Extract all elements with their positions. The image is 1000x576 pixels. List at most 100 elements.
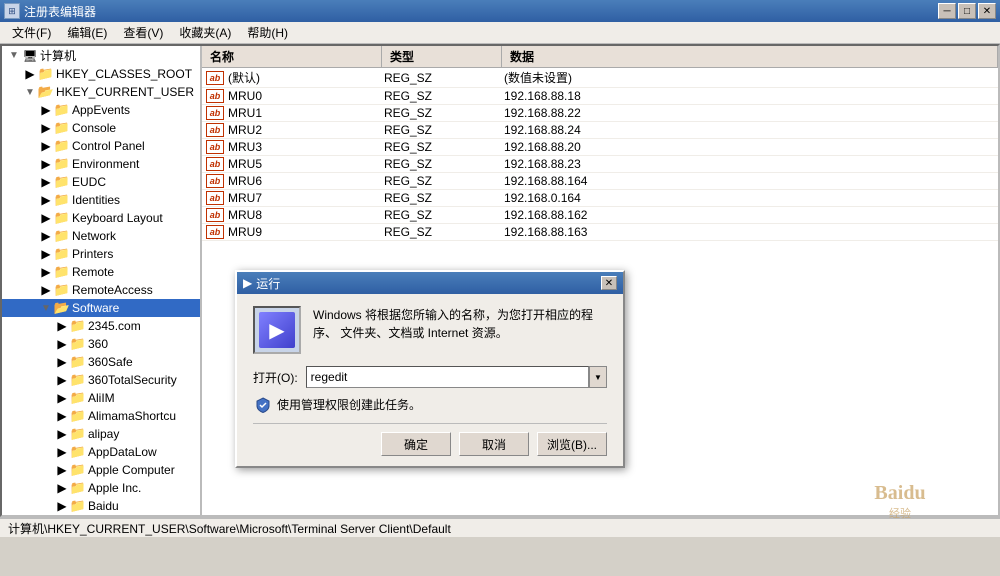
value-data: 192.168.88.23 [504, 157, 998, 171]
folder-icon: 📂 [54, 300, 70, 316]
table-row[interactable]: ab MRU2 REG_SZ 192.168.88.24 [202, 122, 998, 139]
value-type: REG_SZ [384, 157, 504, 171]
folder-icon: 📁 [70, 444, 86, 460]
folder-icon: 📁 [70, 318, 86, 334]
table-row[interactable]: ab MRU6 REG_SZ 192.168.88.164 [202, 173, 998, 190]
expand-icon: ▶ [38, 156, 54, 172]
dialog-desc-text: Windows 将根据您所输入的名称，为您打开相应的程序、 文件夹、文档或 In… [313, 308, 593, 340]
value-type: REG_SZ [384, 71, 504, 85]
dialog-title-left: ▶ 运行 [243, 275, 280, 292]
tree-item-apple-inc[interactable]: ▶ 📁 Apple Inc. [2, 479, 200, 497]
table-row[interactable]: ab MRU9 REG_SZ 192.168.88.163 [202, 224, 998, 241]
tree-item-apple-computer[interactable]: ▶ 📁 Apple Computer [2, 461, 200, 479]
folder-icon: 📁 [70, 498, 86, 513]
dialog-ok-button[interactable]: 确定 [381, 432, 451, 456]
tree-item-software[interactable]: ▼ 📂 Software [2, 299, 200, 317]
tree-item-alimama[interactable]: ▶ 📁 AlimamaShortcu [2, 407, 200, 425]
title-bar: ⊞ 注册表编辑器 ─ □ ✕ [0, 0, 1000, 22]
tree-item-remote-access[interactable]: ▶ 📁 RemoteAccess [2, 281, 200, 299]
value-type: REG_SZ [384, 225, 504, 239]
table-row[interactable]: ab (默认) REG_SZ (数值未设置) [202, 68, 998, 88]
expand-icon: ▶ [54, 318, 70, 334]
expand-icon: ▶ [38, 192, 54, 208]
tree-item-2345[interactable]: ▶ 📁 2345.com [2, 317, 200, 335]
dialog-dropdown-button[interactable]: ▼ [589, 366, 607, 388]
expand-icon: ▶ [38, 174, 54, 190]
value-icon: ab [206, 208, 224, 222]
tree-label: Keyboard Layout [72, 211, 163, 225]
tree-item-baidu[interactable]: ▶ 📁 Baidu [2, 497, 200, 513]
dialog-close-button[interactable]: ✕ [601, 276, 617, 290]
minimize-button[interactable]: ─ [938, 3, 956, 19]
dialog-description: Windows 将根据您所输入的名称，为您打开相应的程序、 文件夹、文档或 In… [313, 306, 607, 342]
dialog-browse-button[interactable]: 浏览(B)... [537, 432, 607, 456]
tree-item-appdatalow[interactable]: ▶ 📁 AppDataLow [2, 443, 200, 461]
maximize-button[interactable]: □ [958, 3, 976, 19]
table-row[interactable]: ab MRU7 REG_SZ 192.168.0.164 [202, 190, 998, 207]
table-row[interactable]: ab MRU3 REG_SZ 192.168.88.20 [202, 139, 998, 156]
table-row[interactable]: ab MRU8 REG_SZ 192.168.88.162 [202, 207, 998, 224]
value-icon: ab [206, 225, 224, 239]
folder-icon: 📁 [54, 156, 70, 172]
value-data: 192.168.88.163 [504, 225, 998, 239]
table-row[interactable]: ab MRU1 REG_SZ 192.168.88.22 [202, 105, 998, 122]
expand-icon: ▶ [38, 282, 54, 298]
tree-item-eudc[interactable]: ▶ 📁 EUDC [2, 173, 200, 191]
menu-file[interactable]: 文件(F) [4, 22, 59, 43]
expand-icon: ▼ [22, 84, 38, 100]
menu-edit[interactable]: 编辑(E) [59, 22, 115, 43]
table-row[interactable]: ab MRU5 REG_SZ 192.168.88.23 [202, 156, 998, 173]
menu-view[interactable]: 查看(V) [115, 22, 171, 43]
tree-item-environment[interactable]: ▶ 📁 Environment [2, 155, 200, 173]
dialog-input-wrapper: ▼ [306, 366, 607, 388]
table-row[interactable]: ab MRU0 REG_SZ 192.168.88.18 [202, 88, 998, 105]
tree-item-appevents[interactable]: ▶ 📁 AppEvents [2, 101, 200, 119]
folder-icon: 📁 [38, 66, 54, 82]
col-header-name[interactable]: 名称 [202, 46, 382, 67]
computer-icon: 🖥 [22, 48, 38, 64]
expand-icon: ▶ [38, 210, 54, 226]
value-name: MRU8 [224, 208, 384, 222]
status-text: 计算机\HKEY_CURRENT_USER\Software\Microsoft… [8, 520, 451, 537]
tree-item-computer[interactable]: ▼ 🖥 计算机 [2, 46, 200, 65]
tree-label: EUDC [72, 175, 106, 189]
menu-help[interactable]: 帮助(H) [239, 22, 296, 43]
tree-item-remote[interactable]: ▶ 📁 Remote [2, 263, 200, 281]
expand-icon: ▶ [54, 390, 70, 406]
tree-item-identities[interactable]: ▶ 📁 Identities [2, 191, 200, 209]
col-header-type[interactable]: 类型 [382, 46, 502, 67]
tree-item-alipay[interactable]: ▶ 📁 alipay [2, 425, 200, 443]
tree-item-aliim[interactable]: ▶ 📁 AliIM [2, 389, 200, 407]
tree-item-current-user[interactable]: ▼ 📂 HKEY_CURRENT_USER [2, 83, 200, 101]
value-data: (数值未设置) [504, 69, 998, 86]
tree-item-console[interactable]: ▶ 📁 Console [2, 119, 200, 137]
tree-item-control-panel[interactable]: ▶ 📁 Control Panel [2, 137, 200, 155]
dialog-shield-row: 使用管理权限创建此任务。 [255, 396, 607, 413]
dialog-cancel-button[interactable]: 取消 [459, 432, 529, 456]
value-data: 192.168.88.22 [504, 106, 998, 120]
tree-item-keyboard-layout[interactable]: ▶ 📁 Keyboard Layout [2, 209, 200, 227]
menu-favorites[interactable]: 收藏夹(A) [171, 22, 239, 43]
tree-label: RemoteAccess [72, 283, 153, 297]
tree-item-360total[interactable]: ▶ 📁 360TotalSecurity [2, 371, 200, 389]
folder-icon: 📁 [70, 462, 86, 478]
expand-icon: ▶ [22, 66, 38, 82]
expand-icon: ▶ [38, 228, 54, 244]
tree-item-classes-root[interactable]: ▶ 📁 HKEY_CLASSES_ROOT [2, 65, 200, 83]
close-button[interactable]: ✕ [978, 3, 996, 19]
tree-item-network[interactable]: ▶ 📁 Network [2, 227, 200, 245]
tree-scroll[interactable]: ▼ 🖥 计算机 ▶ 📁 HKEY_CLASSES_ROOT ▼ 📂 HKEY_C… [2, 46, 200, 513]
folder-icon: 📁 [70, 480, 86, 496]
dialog-input-label: 打开(O): [253, 369, 298, 386]
value-type: REG_SZ [384, 140, 504, 154]
tree-item-printers[interactable]: ▶ 📁 Printers [2, 245, 200, 263]
tree-item-360[interactable]: ▶ 📁 360 [2, 335, 200, 353]
expand-icon: ▶ [54, 354, 70, 370]
value-icon: ab [206, 89, 224, 103]
tree-item-360safe[interactable]: ▶ 📁 360Safe [2, 353, 200, 371]
tree-label: AliIM [88, 391, 115, 405]
expand-icon: ▶ [38, 120, 54, 136]
col-header-data[interactable]: 数据 [502, 46, 998, 67]
tree-label: 360 [88, 337, 108, 351]
dialog-open-input[interactable] [306, 366, 589, 388]
